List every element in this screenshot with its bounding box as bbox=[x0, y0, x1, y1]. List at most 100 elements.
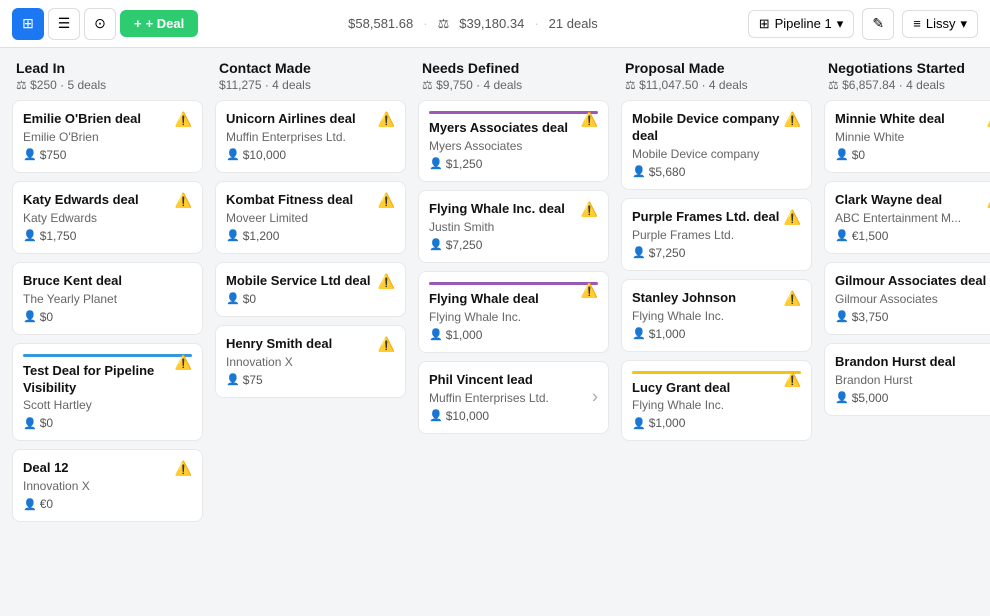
pipeline-selector[interactable]: ⊞ Pipeline 1 ▾ bbox=[748, 10, 855, 38]
card-bar bbox=[429, 111, 598, 114]
card-title: Unicorn Airlines deal bbox=[226, 111, 395, 128]
header-center: $58,581.68 · ⚖ $39,180.34 · 21 deals bbox=[206, 16, 739, 32]
card-purple-frames[interactable]: Purple Frames Ltd. dealPurple Frames Ltd… bbox=[621, 198, 812, 271]
card-sub: Brandon Hurst bbox=[835, 373, 990, 387]
card-amount: 👤$3,750 bbox=[835, 310, 990, 324]
warning-icon: ⚠️ bbox=[784, 371, 801, 388]
card-bar bbox=[429, 282, 598, 285]
arrow-icon[interactable]: › bbox=[592, 387, 598, 408]
card-sub: Minnie White bbox=[835, 130, 990, 144]
balance-amount: $39,180.34 bbox=[459, 16, 524, 31]
card-bruce[interactable]: Bruce Kent dealThe Yearly Planet👤$0 bbox=[12, 262, 203, 335]
card-title: Brandon Hurst deal bbox=[835, 354, 990, 371]
person-icon: 👤 bbox=[226, 373, 240, 386]
person-icon: 👤 bbox=[835, 229, 849, 242]
amount-value: $1,250 bbox=[446, 157, 483, 171]
warning-icon: ⚠️ bbox=[987, 192, 990, 209]
list-view-btn[interactable]: ☰ bbox=[48, 8, 80, 40]
person-icon: 👤 bbox=[632, 327, 646, 340]
amount-value: $0 bbox=[243, 292, 256, 306]
card-mobile-device[interactable]: Mobile Device company dealMobile Device … bbox=[621, 100, 812, 190]
card-sub: Flying Whale Inc. bbox=[632, 398, 801, 412]
col-title-contact-made: Contact Made bbox=[219, 60, 404, 76]
add-deal-button[interactable]: + + Deal bbox=[120, 10, 198, 37]
user-selector[interactable]: ≡ Lissy ▾ bbox=[902, 10, 978, 38]
col-title-lead-in: Lead In bbox=[16, 60, 201, 76]
card-amount: 👤$1,200 bbox=[226, 229, 395, 243]
person-icon: 👤 bbox=[632, 417, 646, 430]
card-sub: Innovation X bbox=[23, 479, 192, 493]
card-test[interactable]: Test Deal for Pipeline VisibilityScott H… bbox=[12, 343, 203, 442]
card-title: Henry Smith deal bbox=[226, 336, 395, 353]
card-title: Phil Vincent lead bbox=[429, 372, 598, 389]
card-amount: 👤$1,000 bbox=[632, 327, 801, 341]
person-icon: 👤 bbox=[632, 165, 646, 178]
card-amount: 👤$0 bbox=[226, 292, 395, 306]
amount-value: $3,750 bbox=[852, 310, 889, 324]
edit-button[interactable]: ✎ bbox=[862, 8, 894, 40]
kanban-view-btn[interactable]: ⊞ bbox=[12, 8, 44, 40]
card-henry[interactable]: Henry Smith dealInnovation X👤$75⚠️ bbox=[215, 325, 406, 398]
pipeline-label: Pipeline 1 bbox=[775, 16, 832, 31]
card-title: Myers Associates deal bbox=[429, 120, 598, 137]
card-sub: Emilie O'Brien bbox=[23, 130, 192, 144]
card-title: Purple Frames Ltd. deal bbox=[632, 209, 801, 226]
col-header-lead-in: Lead In ⚖ $250 · 5 deals bbox=[12, 60, 205, 100]
header: ⊞ ☰ ⊙ + + Deal $58,581.68 · ⚖ $39,180.34… bbox=[0, 0, 990, 48]
amount-value: $1,750 bbox=[40, 229, 77, 243]
col-meta-needs-defined: ⚖ $9,750 · 4 deals bbox=[422, 78, 607, 92]
card-lucy[interactable]: Lucy Grant dealFlying Whale Inc.👤$1,000⚠… bbox=[621, 360, 812, 442]
person-icon: 👤 bbox=[23, 417, 37, 430]
card-brandon[interactable]: Brandon Hurst dealBrandon Hurst👤$5,000› bbox=[824, 343, 990, 416]
col-header-proposal-made: Proposal Made⚖ $11,047.50 · 4 deals bbox=[621, 60, 814, 100]
card-amount: 👤$5,680 bbox=[632, 165, 801, 179]
card-gilmour[interactable]: Gilmour Associates dealGilmour Associate… bbox=[824, 262, 990, 335]
card-amount: 👤€0 bbox=[23, 497, 192, 511]
person-icon: 👤 bbox=[429, 238, 443, 251]
card-minnie[interactable]: Minnie White dealMinnie White👤$0⚠️ bbox=[824, 100, 990, 173]
warning-icon: ⚠️ bbox=[175, 354, 192, 371]
card-kombat[interactable]: Kombat Fitness dealMoveer Limited👤$1,200… bbox=[215, 181, 406, 254]
person-icon: 👤 bbox=[429, 328, 443, 341]
col-meta-contact-made: $11,275 · 4 deals bbox=[219, 78, 404, 92]
amount-value: $1,000 bbox=[649, 416, 686, 430]
card-amount: 👤$10,000 bbox=[429, 409, 598, 423]
amount-value: $7,250 bbox=[649, 246, 686, 260]
warning-icon: ⚠️ bbox=[784, 209, 801, 226]
card-title: Bruce Kent deal bbox=[23, 273, 192, 290]
card-bar bbox=[632, 371, 801, 374]
card-title: Stanley Johnson bbox=[632, 290, 801, 307]
amount-value: $10,000 bbox=[446, 409, 489, 423]
card-sub: Flying Whale Inc. bbox=[632, 309, 801, 323]
amount-value: €1,500 bbox=[852, 229, 889, 243]
col-cards-lead-in: Emilie O'Brien dealEmilie O'Brien👤$750⚠️… bbox=[12, 100, 205, 522]
card-flying-whale-inc[interactable]: Flying Whale Inc. dealJustin Smith👤$7,25… bbox=[418, 190, 609, 263]
header-right: ⊞ Pipeline 1 ▾ ✎ ≡ Lissy ▾ bbox=[748, 8, 978, 40]
warning-icon: ⚠️ bbox=[987, 111, 990, 128]
card-flying-whale[interactable]: Flying Whale dealFlying Whale Inc.👤$1,00… bbox=[418, 271, 609, 353]
card-title: Deal 12 bbox=[23, 460, 192, 477]
amount-value: $750 bbox=[40, 148, 67, 162]
col-cards-proposal-made: Mobile Device company dealMobile Device … bbox=[621, 100, 814, 441]
col-meta-lead-in: ⚖ $250 · 5 deals bbox=[16, 78, 201, 92]
card-deal12[interactable]: Deal 12 Innovation X 👤€0 ⚠️ bbox=[12, 449, 203, 522]
col-cards-needs-defined: Myers Associates dealMyers Associates👤$1… bbox=[418, 100, 611, 434]
stats-view-btn[interactable]: ⊙ bbox=[84, 8, 116, 40]
amount-value: $5,000 bbox=[852, 391, 889, 405]
warning-icon: ⚠️ bbox=[175, 111, 192, 128]
amount-value: $75 bbox=[243, 373, 263, 387]
card-amount: 👤$5,000 bbox=[835, 391, 990, 405]
card-title: Flying Whale deal bbox=[429, 291, 598, 308]
warning-icon: ⚠️ bbox=[581, 201, 598, 218]
card-myers[interactable]: Myers Associates dealMyers Associates👤$1… bbox=[418, 100, 609, 182]
card-stanley[interactable]: Stanley JohnsonFlying Whale Inc.👤$1,000⚠… bbox=[621, 279, 812, 352]
card-katy[interactable]: Katy Edwards dealKaty Edwards👤$1,750⚠️ bbox=[12, 181, 203, 254]
card-phil[interactable]: Phil Vincent leadMuffin Enterprises Ltd.… bbox=[418, 361, 609, 434]
card-unicorn[interactable]: Unicorn Airlines dealMuffin Enterprises … bbox=[215, 100, 406, 173]
card-emilie[interactable]: Emilie O'Brien dealEmilie O'Brien👤$750⚠️ bbox=[12, 100, 203, 173]
person-icon: 👤 bbox=[23, 229, 37, 242]
card-mobile-svc[interactable]: Mobile Service Ltd deal👤$0⚠️ bbox=[215, 262, 406, 317]
col-header-contact-made: Contact Made $11,275 · 4 deals bbox=[215, 60, 408, 100]
card-clark[interactable]: Clark Wayne dealABC Entertainment M...👤€… bbox=[824, 181, 990, 254]
warning-icon: ⚠️ bbox=[175, 460, 192, 477]
